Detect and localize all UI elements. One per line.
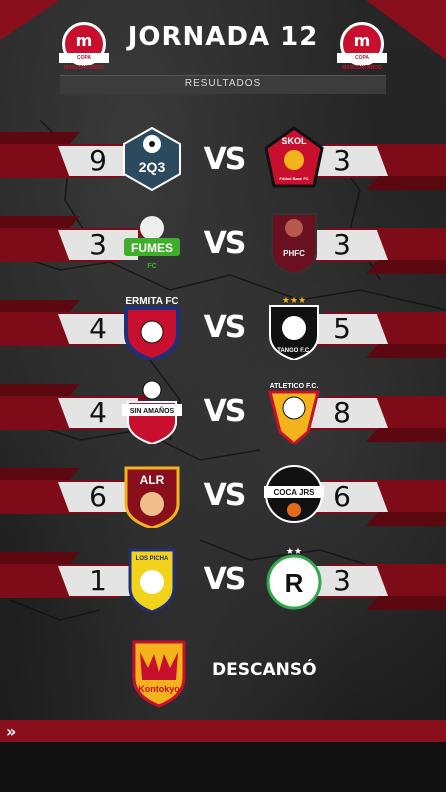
svg-text:★★: ★★ — [286, 547, 302, 557]
away-crest-icon: PHFC — [271, 213, 317, 276]
home-crest-icon: SIN AMAÑOS — [122, 380, 182, 444]
away-score: 3 — [333, 144, 351, 177]
kontokyo-label: Kontokyo — [138, 684, 180, 694]
ribbon-accent — [0, 132, 80, 146]
vs-label: VS — [203, 478, 247, 513]
ribbon-accent — [366, 176, 446, 190]
team-los-picha-label: LOS PICHA — [136, 556, 169, 562]
ribbon-accent — [0, 300, 80, 314]
away-score: 3 — [333, 228, 351, 261]
team-coca-jrs-label: COCA JRS — [273, 488, 315, 497]
ribbon-accent — [0, 384, 80, 398]
away-score: 5 — [333, 312, 351, 345]
away-crest-icon: ★★ R — [266, 547, 322, 610]
home-score: 6 — [89, 480, 107, 513]
home-score: 9 — [89, 144, 107, 177]
page-subtitle: RESULTADOS — [184, 78, 262, 89]
ribbon-accent — [0, 216, 80, 230]
away-crest-icon: COCA JRS — [264, 465, 324, 523]
team-skol-label: SKOL — [281, 136, 307, 146]
match-row: 1 3 LOS PICHA ★★ R VS — [0, 546, 446, 616]
page-title: JORNADA 12 — [127, 22, 319, 52]
away-score: 8 — [333, 396, 351, 429]
match-row: 6 6 ALR COCA JRS VS — [0, 462, 446, 532]
ribbon-accent — [366, 428, 446, 442]
away-crest-icon: ★★★ TANGO F.C. — [269, 296, 319, 360]
match-row: 9 3 2Q3 SKOL Fútbol Base FC VS — [0, 126, 446, 196]
ribbon-accent — [0, 552, 80, 566]
home-score: 1 — [89, 564, 107, 597]
home-crest-icon: ERMITA FC — [124, 296, 180, 360]
away-score: 6 — [333, 480, 351, 513]
home-score: 4 — [89, 312, 107, 345]
vs-label: VS — [203, 394, 247, 429]
team-phfc-label: PHFC — [283, 249, 305, 258]
home-crest-icon: ALR — [124, 466, 180, 528]
match-row: 3 3 FUMES FC PHFC VS — [0, 210, 446, 280]
vs-label: VS — [203, 562, 247, 597]
footer-dark-area — [0, 742, 446, 792]
away-crest-icon: SKOL Fútbol Base FC — [264, 126, 324, 188]
match-row: 4 8 SIN AMAÑOS ATLETICO F.C. VS — [0, 378, 446, 448]
bye-row: Kontokyo DESCANSÓ — [0, 638, 446, 708]
team-ermita-label: ERMITA FC — [125, 296, 178, 307]
team-alr-label: ALR — [140, 473, 165, 487]
ribbon-accent — [366, 344, 446, 358]
svg-text:★★★: ★★★ — [282, 296, 306, 306]
team-skol-sub: Fútbol Base FC — [279, 176, 308, 181]
vs-label: VS — [203, 226, 247, 261]
home-crest-icon: FUMES FC — [124, 216, 180, 270]
bye-text: DESCANSÓ — [212, 660, 317, 680]
home-crest-icon: 2Q3 — [123, 126, 181, 192]
team-fumes-sub: FC — [147, 263, 156, 270]
chevron-right-icon: » — [6, 722, 17, 741]
footer-bar — [0, 720, 446, 742]
home-score: 4 — [89, 396, 107, 429]
ribbon-accent — [366, 596, 446, 610]
home-crest-icon: LOS PICHA — [128, 548, 176, 612]
vs-label: VS — [203, 310, 247, 345]
away-crest-icon: ATLETICO F.C. — [268, 383, 320, 444]
ribbon-accent — [366, 260, 446, 274]
ribbon-accent — [0, 468, 80, 482]
home-score: 3 — [89, 228, 107, 261]
vs-label: VS — [203, 142, 247, 177]
ribbon-accent — [366, 512, 446, 526]
team-2q3-label: 2Q3 — [139, 159, 166, 175]
results-poster: m COPA MASCONTANDO m COPA MASCONTANDO JO… — [0, 0, 446, 792]
team-tango-label: TANGO F.C. — [277, 348, 311, 354]
away-score: 3 — [333, 564, 351, 597]
team-sin-amanos-label: SIN AMAÑOS — [130, 406, 175, 415]
team-fumes-label: FUMES — [131, 241, 173, 255]
team-atletico-label: ATLETICO F.C. — [270, 383, 319, 390]
kontokyo-crest-icon: Kontokyo — [132, 640, 186, 708]
match-row: 4 5 ERMITA FC ★★★ TANGO F.C. VS — [0, 294, 446, 364]
team-r-label: R — [285, 568, 304, 598]
